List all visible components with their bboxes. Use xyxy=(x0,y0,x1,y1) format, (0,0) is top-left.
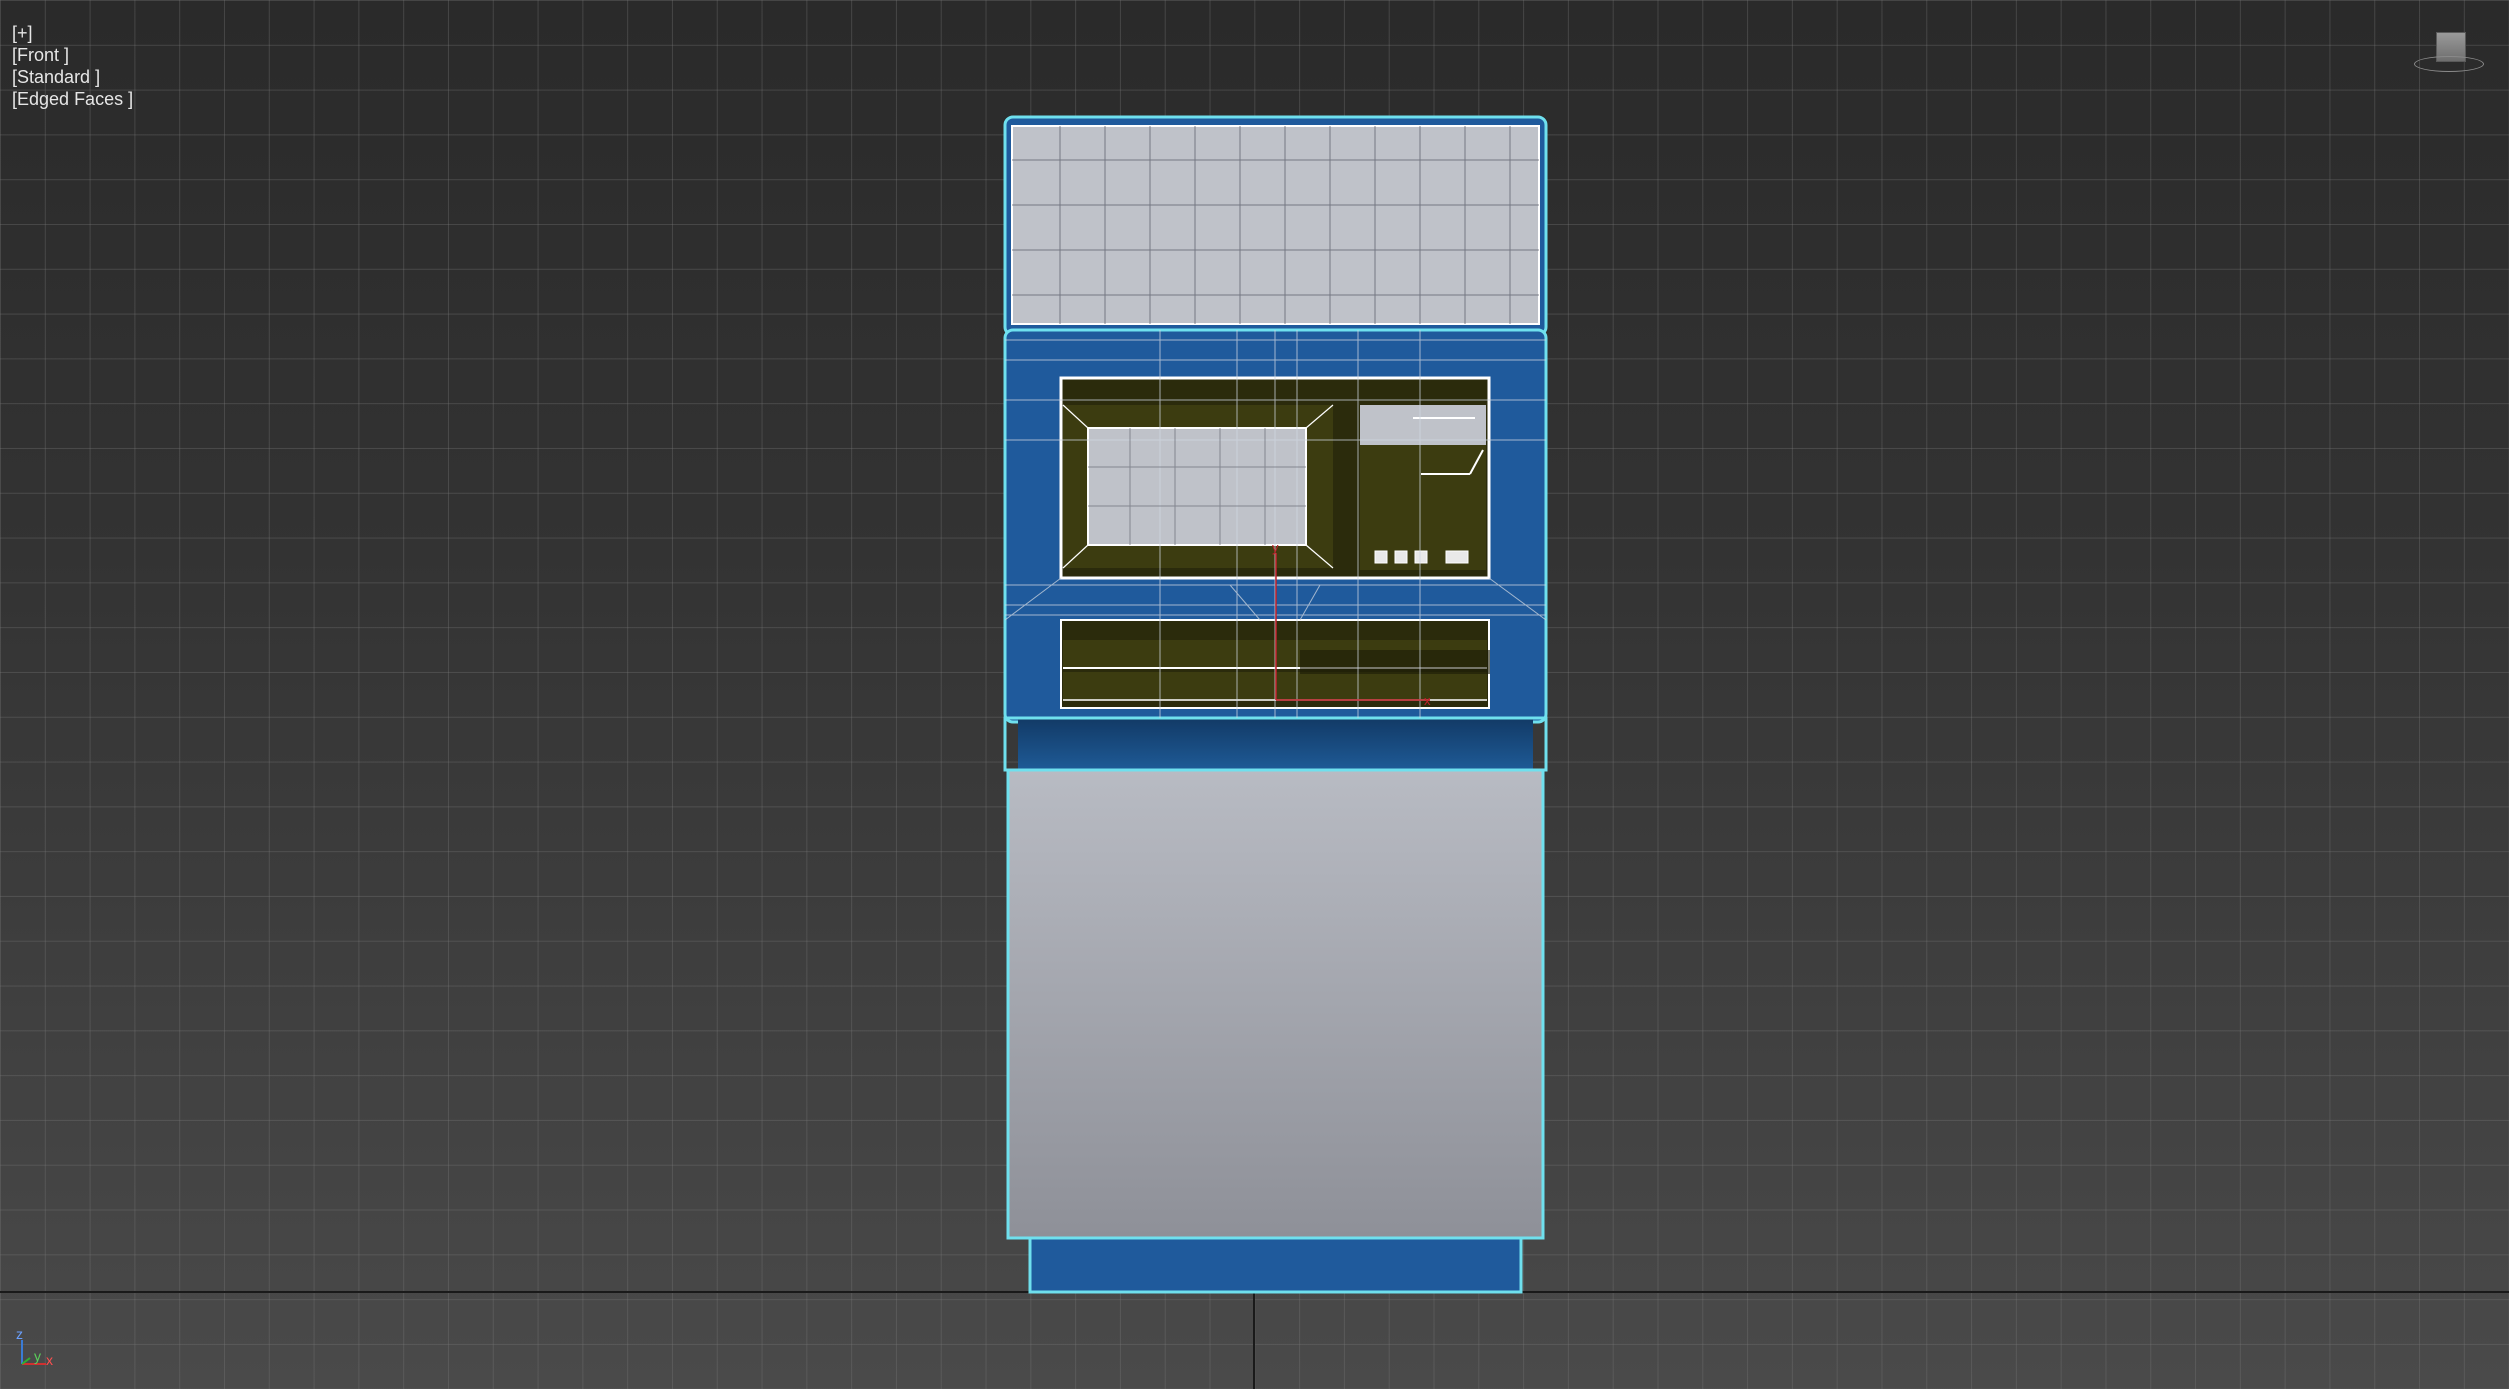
atm-foot[interactable] xyxy=(1028,1236,1523,1294)
atm-main-screen xyxy=(1087,427,1307,546)
axis-y-label: y xyxy=(34,1348,41,1364)
atm-model[interactable]: y x xyxy=(0,0,2509,1389)
pivot-y-label: y xyxy=(1272,540,1279,555)
pivot-x-label: x xyxy=(1424,693,1431,708)
axis-z-label: z xyxy=(16,1326,23,1342)
atm-base-cabinet[interactable] xyxy=(1006,768,1545,1240)
axis-x-label: x xyxy=(46,1352,53,1368)
